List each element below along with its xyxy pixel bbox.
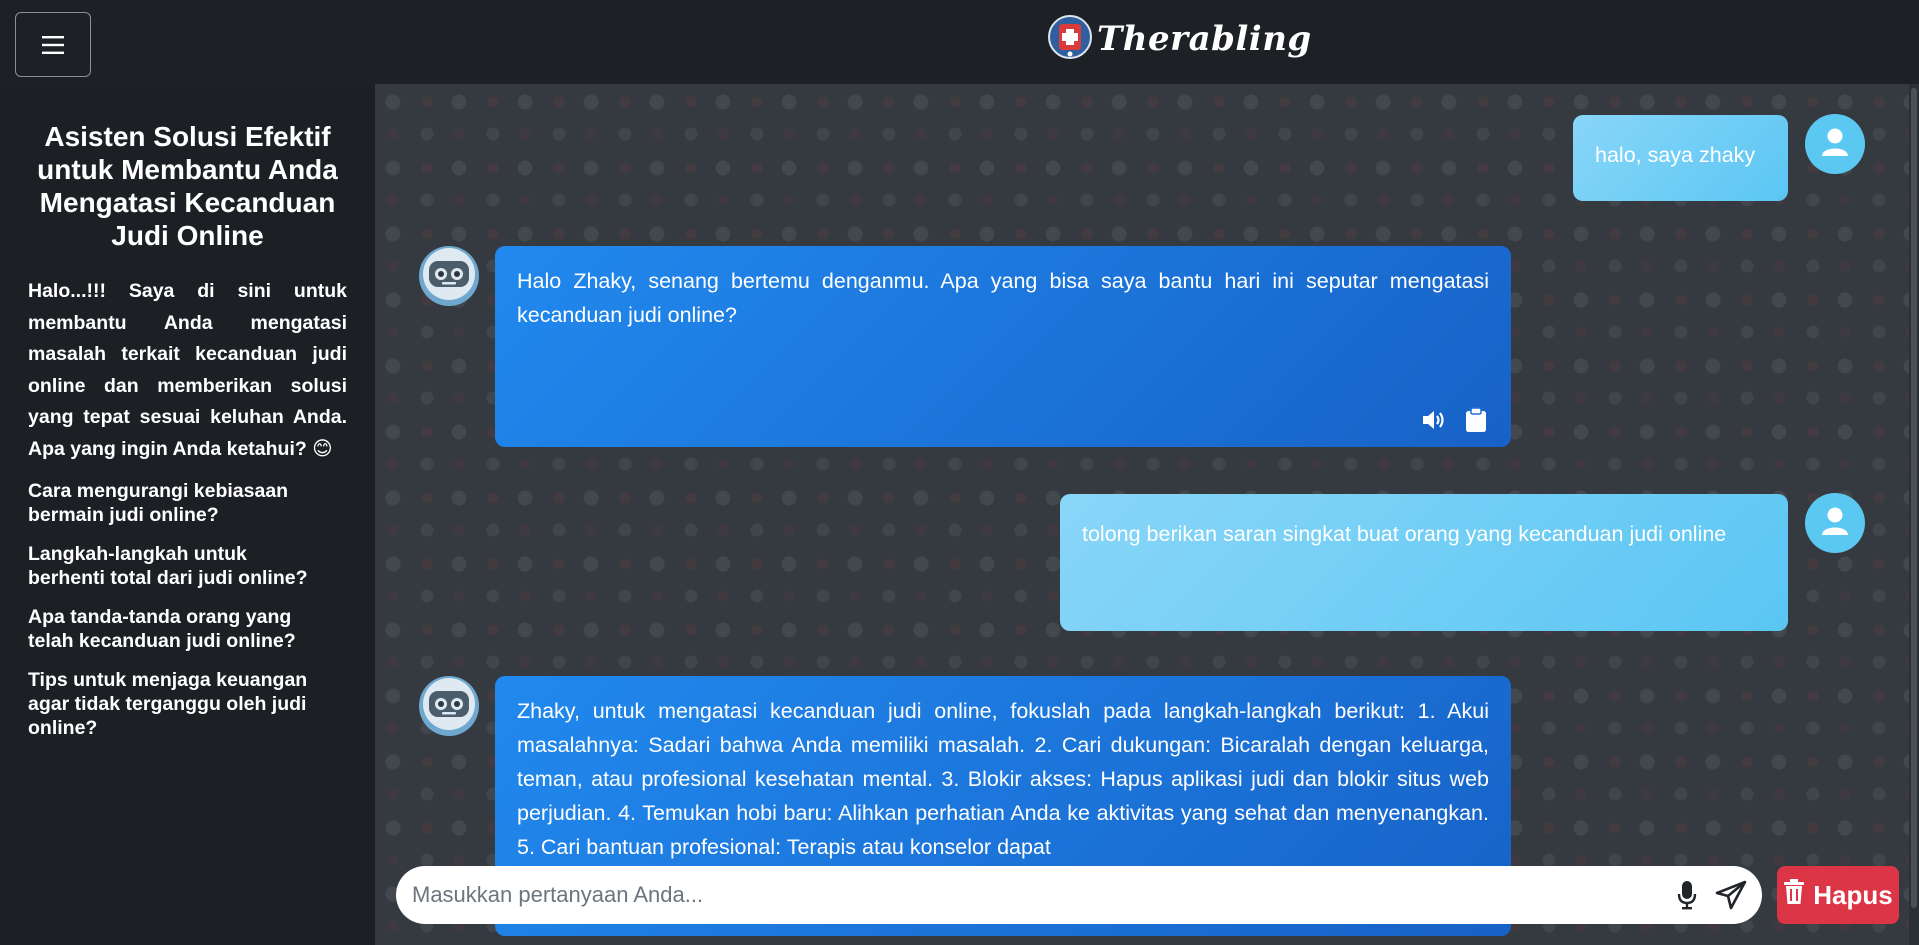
- speaker-icon[interactable]: [1421, 407, 1447, 433]
- suggestion-list: Cara mengurangi kebiasaan bermain judi o…: [28, 479, 347, 740]
- chat-input[interactable]: [412, 882, 1674, 908]
- composer-actions: [1674, 880, 1748, 910]
- microphone-icon[interactable]: [1674, 881, 1700, 910]
- bot-avatar: [419, 246, 479, 306]
- suggestion-item[interactable]: Tips untuk menjaga keuangan agar tidak t…: [28, 668, 347, 740]
- trash-icon: [1783, 878, 1805, 912]
- scrollbar-thumb[interactable]: [1911, 88, 1917, 908]
- sidebar-title: Asisten Solusi Efektif untuk Membantu An…: [37, 121, 338, 251]
- suggestion-item[interactable]: Langkah-langkah untuk berhenti total dar…: [28, 542, 347, 590]
- bot-avatar: [419, 676, 479, 736]
- send-icon[interactable]: [1714, 880, 1748, 910]
- bot-message-text: Zhaky, untuk mengatasi kecanduan judi on…: [517, 699, 1489, 859]
- robot-cross-logo: [1047, 14, 1093, 65]
- user-icon: [1821, 127, 1849, 162]
- user-avatar: [1805, 493, 1865, 553]
- chat-scrollbar[interactable]: [1909, 84, 1919, 945]
- clipboard-icon[interactable]: [1463, 407, 1489, 433]
- user-avatar: [1805, 114, 1865, 174]
- hamburger-icon: [42, 28, 64, 62]
- user-icon: [1821, 506, 1849, 541]
- bot-message: Halo Zhaky, senang bertemu denganmu. Apa…: [495, 246, 1511, 447]
- suggestion-item[interactable]: Cara mengurangi kebiasaan bermain judi o…: [28, 479, 347, 527]
- user-message: tolong berikan saran singkat buat orang …: [1060, 494, 1788, 631]
- bot-message-actions: [1421, 407, 1489, 433]
- robot-icon: [422, 247, 476, 306]
- user-message: halo, saya zhaky: [1573, 115, 1788, 201]
- brand-name: Therabling: [1097, 19, 1312, 59]
- top-navbar: Therabling: [0, 0, 1919, 84]
- suggestion-item[interactable]: Apa tanda-tanda orang yang telah kecandu…: [28, 605, 347, 653]
- chat-area[interactable]: halo, saya zhaky Halo Zhaky, senang bert…: [375, 84, 1909, 945]
- sidebar-intro: Halo...!!! Saya di sini untuk membantu A…: [28, 280, 347, 460]
- bot-message-text: Halo Zhaky, senang bertemu denganmu. Apa…: [517, 269, 1489, 327]
- clear-chat-button[interactable]: Hapus: [1777, 866, 1899, 924]
- sidebar-toggle-button[interactable]: [15, 12, 91, 77]
- clear-button-label: Hapus: [1813, 879, 1893, 910]
- chat-composer: [396, 866, 1762, 924]
- robot-icon: [422, 677, 476, 736]
- sidebar: Asisten Solusi Efektif untuk Membantu An…: [0, 84, 375, 945]
- brand[interactable]: Therabling: [1047, 14, 1312, 64]
